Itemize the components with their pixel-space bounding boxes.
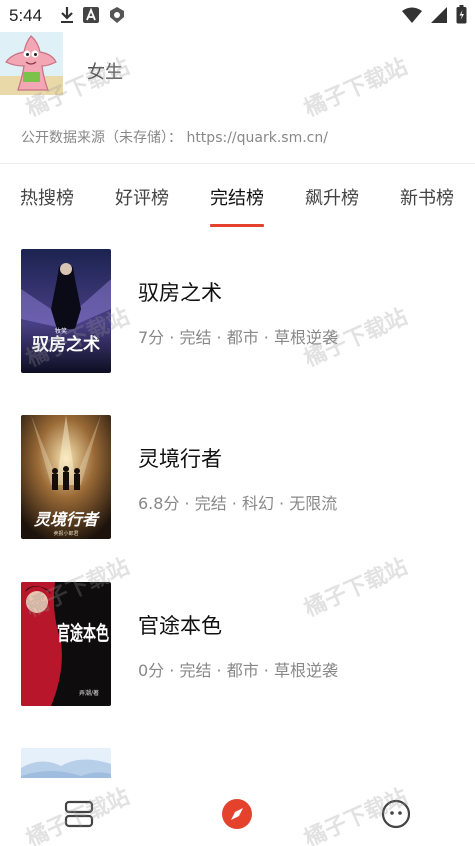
book-meta: 0分 · 完结 · 都市 · 草根逆袭 [138, 661, 338, 680]
cover-author: 弄潮/著 [79, 689, 99, 697]
shield-app-icon [110, 7, 124, 23]
book-item[interactable] [0, 748, 475, 778]
avatar-image [0, 32, 63, 95]
ranking-tabs: 热搜榜 好评榜 完结榜 飙升榜 新书榜 [0, 164, 475, 228]
nav-profile[interactable] [378, 796, 414, 832]
book-cover: 灵境行者 卖报小郎君 [21, 415, 111, 539]
download-icon [61, 7, 73, 23]
status-time: 5:44 [9, 6, 43, 25]
a-app-icon [83, 7, 99, 23]
book-title: 驭房之术 [138, 281, 222, 305]
book-item[interactable]: 灵境行者 卖报小郎君 灵境行者 6.8分 · 完结 · 科幻 · 无限流 [0, 415, 475, 555]
book-meta: 7分 · 完结 · 都市 · 草根逆袭 [138, 328, 338, 347]
status-bar: 5:44 [0, 0, 475, 32]
book-cover: 官途本色 弄潮/著 [21, 582, 111, 706]
cover-title: 驭房之术 [32, 334, 100, 355]
tab-top-rated[interactable]: 好评榜 [115, 184, 169, 210]
book-item[interactable]: 驭房之术 牧笑 驭房之术 7分 · 完结 · 都市 · 草根逆袭 [0, 249, 475, 389]
battery-icon [456, 5, 467, 24]
cover-author: 卖报小郎君 [53, 530, 78, 537]
tab-hot-search[interactable]: 热搜榜 [20, 184, 74, 210]
status-notification-icons [60, 6, 126, 24]
compass-icon [222, 799, 252, 829]
bookshelf-icon [64, 800, 94, 828]
book-meta: 6.8分 · 完结 · 科幻 · 无限流 [138, 494, 338, 513]
wifi-icon [402, 7, 422, 23]
active-tab-indicator [210, 224, 264, 227]
tab-rising[interactable]: 飙升榜 [305, 184, 359, 210]
cover-title: 灵境行者 [34, 510, 101, 529]
cover-title: 官途本色 [57, 621, 109, 645]
book-item[interactable]: 官途本色 弄潮/著 官途本色 0分 · 完结 · 都市 · 草根逆袭 [0, 582, 475, 722]
tab-completed[interactable]: 完结榜 [210, 184, 264, 210]
bottom-navigation [0, 778, 475, 846]
watermark-text: 橘子下载站 [300, 54, 412, 123]
book-cover: 驭房之术 牧笑 [21, 249, 111, 373]
cover-author: 牧笑 [55, 327, 67, 335]
data-source-label: 公开数据来源（未存储）： https://quark.sm.cn/ [21, 130, 328, 146]
face-icon [381, 799, 411, 829]
nav-discover[interactable] [219, 796, 255, 832]
tab-new-books[interactable]: 新书榜 [400, 184, 454, 210]
book-title: 官途本色 [138, 614, 222, 638]
book-title: 灵境行者 [138, 447, 222, 471]
avatar[interactable] [0, 32, 63, 95]
signal-icon [431, 6, 447, 23]
nav-bookshelf[interactable] [61, 796, 97, 832]
status-system-icons [402, 5, 467, 24]
username: 女生 [87, 62, 123, 83]
book-cover [21, 748, 111, 778]
